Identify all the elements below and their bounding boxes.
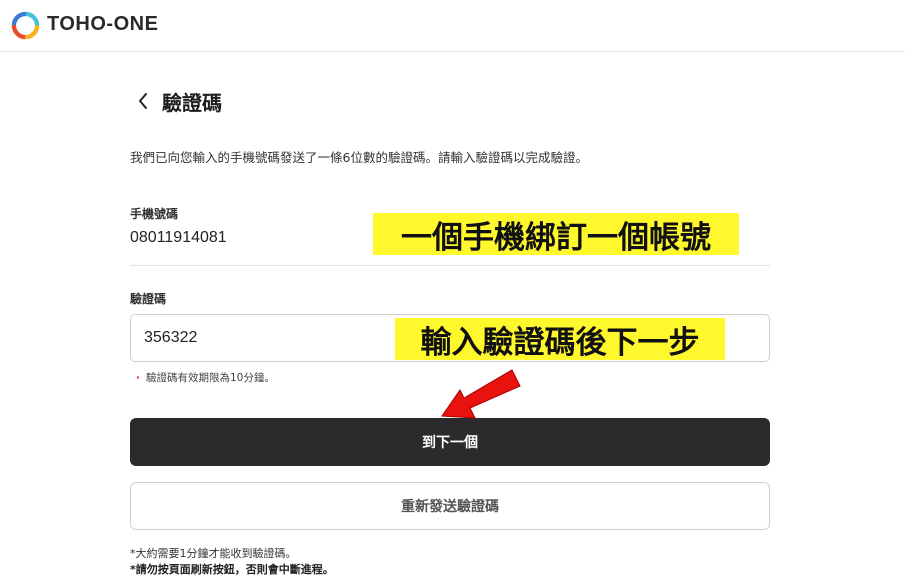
- back-button[interactable]: [134, 89, 152, 113]
- code-validity-hint-text: 驗證碼有效期限為10分鐘。: [146, 372, 275, 384]
- hint-bullet: ·: [136, 372, 140, 384]
- resend-code-button[interactable]: 重新發送驗證碼: [130, 482, 770, 530]
- delivery-time-note: *大約需要1分鐘才能收到驗證碼。: [130, 547, 297, 560]
- brand-name[interactable]: TOHO-ONE: [47, 13, 158, 36]
- app-header: TOHO-ONE: [0, 0, 905, 52]
- no-refresh-warning: *請勿按頁面刷新按鈕，否則會中斷進程。: [130, 563, 334, 576]
- annotation-enter-code-next: 輸入驗證碼後下一步: [395, 318, 725, 360]
- code-validity-hint: · 驗證碼有效期限為10分鐘。: [136, 370, 275, 385]
- chevron-left-icon: [139, 93, 147, 109]
- page-title: 驗證碼: [162, 91, 222, 115]
- phone-number-value: 08011914081: [130, 229, 227, 246]
- section-divider: [130, 265, 770, 266]
- verification-code-label: 驗證碼: [130, 292, 167, 306]
- page-description: 我們已向您輸入的手機號碼發送了一條6位數的驗證碼。請輸入驗證碼以完成驗證。: [130, 150, 588, 165]
- next-button[interactable]: 到下一個: [130, 418, 770, 466]
- red-arrow-annotation-icon: [441, 369, 521, 419]
- phone-number-label: 手機號碼: [130, 207, 179, 221]
- annotation-one-phone-one-account: 一個手機綁訂一個帳號: [373, 213, 739, 255]
- toho-one-logo-icon[interactable]: [11, 11, 40, 40]
